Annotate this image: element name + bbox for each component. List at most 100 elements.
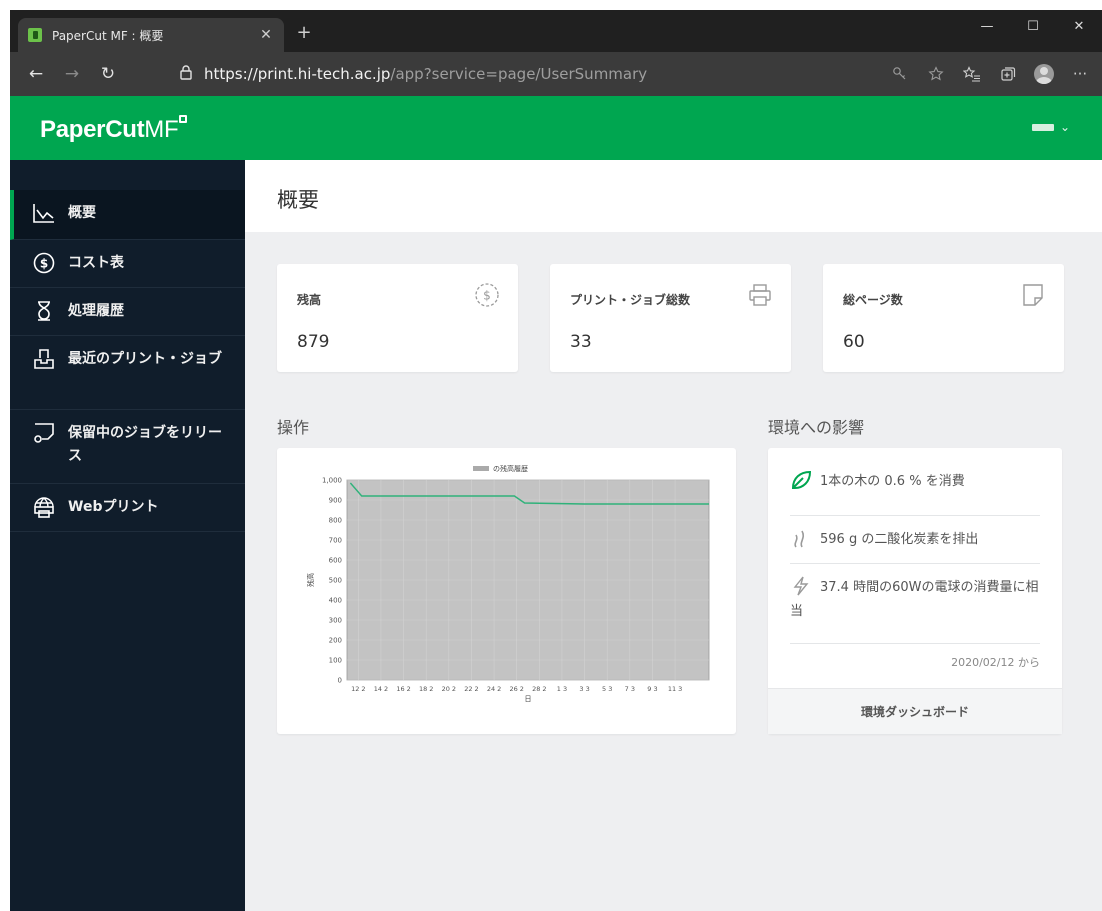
sidebar-item-history[interactable]: 処理履歴 — [10, 288, 245, 336]
app-header: PaperCutMF ⌄ — [10, 96, 1102, 160]
sidebar-item-web-print[interactable]: Webプリント — [10, 484, 245, 532]
env-tree-text: 1本の木の 0.6 % を消費 — [820, 474, 965, 489]
inbox-icon — [34, 349, 54, 369]
url-text[interactable]: https://print.hi-tech.ac.jp/app?service=… — [204, 65, 647, 83]
logo-bold-text: PaperCut — [40, 116, 145, 143]
print-jobs-card: プリント・ジョブ総数 33 — [550, 264, 791, 372]
leaf-icon — [791, 470, 812, 489]
globe-printer-icon — [34, 497, 54, 518]
total-pages-card: 総ページ数 60 — [823, 264, 1064, 372]
close-window-button[interactable]: ✕ — [1056, 10, 1102, 42]
browser-tab[interactable]: PaperCut MF : 概要 ✕ — [18, 18, 284, 52]
chart-x-tick-label: 11 3 — [668, 685, 682, 693]
papercut-logo[interactable]: PaperCutMF — [40, 115, 188, 144]
chart-x-tick-label: 26 2 — [509, 685, 523, 693]
hourglass-icon — [38, 301, 50, 321]
window-controls: — ☐ ✕ — [964, 10, 1102, 42]
chart-y-tick-label: 500 — [329, 577, 342, 585]
sidebar-item-release-jobs[interactable]: 保留中のジョブをリリース — [10, 410, 245, 484]
favorites-list-icon[interactable] — [954, 56, 990, 92]
env-bulb-row: 37.4 時間の60Wの電球の消費量に相当 — [790, 564, 1040, 644]
chart-x-tick-label: 3 3 — [579, 685, 589, 693]
favorite-star-icon[interactable] — [918, 56, 954, 92]
toolbar-actions: ··· — [882, 56, 1098, 92]
lock-icon[interactable] — [174, 64, 198, 84]
chart-y-axis-label: 残高 — [306, 573, 315, 587]
svg-text:$: $ — [40, 257, 48, 271]
sidebar-item-label: Webプリント — [68, 499, 159, 515]
tab-strip: PaperCut MF : 概要 ✕ + — ☐ ✕ — [10, 10, 1102, 52]
sidebar-item-cost-table[interactable]: $ コスト表 — [10, 240, 245, 288]
chart-x-tick-label: 7 3 — [625, 685, 635, 693]
env-since-date: 2020/02/12 から — [951, 656, 1040, 669]
chart-y-tick-label: 600 — [329, 557, 342, 565]
balance-value: 879 — [297, 332, 330, 352]
operations-heading: 操作 — [277, 418, 310, 437]
total-pages-value: 60 — [843, 332, 865, 352]
papercut-favicon-icon — [28, 28, 42, 42]
env-co2-text: 596 g の二酸化炭素を排出 — [820, 532, 979, 547]
balance-card: 残高 879 $ — [277, 264, 518, 372]
forward-button[interactable]: → — [54, 56, 90, 92]
environment-heading: 環境への影響 — [768, 418, 865, 437]
chart-y-tick-label: 900 — [329, 497, 342, 505]
new-tab-button[interactable]: + — [292, 22, 316, 46]
total-pages-label: 総ページ数 — [843, 293, 903, 307]
chart-icon — [33, 204, 54, 223]
user-name-redacted — [1031, 123, 1054, 131]
chart-y-tick-label: 300 — [329, 617, 342, 625]
sidebar-item-label: 最近のプリント・ジョブ — [68, 351, 222, 367]
environment-card: 1本の木の 0.6 % を消費 596 g の二酸化炭素を排出 37.4 時間の… — [768, 448, 1062, 734]
svg-text:$: $ — [483, 289, 491, 303]
refresh-button[interactable]: ↻ — [90, 56, 126, 92]
browser-window: PaperCut MF : 概要 ✕ + — ☐ ✕ ← → ↻ https:/… — [10, 10, 1102, 911]
key-icon[interactable] — [882, 56, 918, 92]
chart-legend-swatch — [473, 466, 489, 471]
chart-x-tick-label: 28 2 — [532, 685, 546, 693]
maximize-button[interactable]: ☐ — [1010, 10, 1056, 42]
chart-x-tick-label: 18 2 — [419, 685, 433, 693]
url-host: https://print.hi-tech.ac.jp — [204, 65, 391, 83]
chart-title: の残高履歴 — [493, 464, 528, 473]
chart-x-tick-label: 9 3 — [647, 685, 657, 693]
page-icon — [1023, 284, 1043, 306]
sidebar-item-label: 保留中のジョブをリリース — [68, 425, 222, 464]
profile-button[interactable] — [1026, 56, 1062, 92]
tab-title: PaperCut MF : 概要 — [52, 28, 164, 43]
user-menu[interactable]: ⌄ — [1031, 120, 1070, 134]
chart-x-tick-label: 16 2 — [396, 685, 410, 693]
chevron-down-icon: ⌄ — [1059, 120, 1070, 134]
chart-x-tick-label: 5 3 — [602, 685, 612, 693]
print-jobs-label: プリント・ジョブ総数 — [570, 293, 691, 307]
env-co2-row: 596 g の二酸化炭素を排出 — [790, 516, 1040, 564]
browser-toolbar: ← → ↻ https://print.hi-tech.ac.jp/app?se… — [10, 52, 1102, 96]
dollar-circle-icon: $ — [33, 252, 55, 274]
collections-icon[interactable] — [990, 56, 1026, 92]
sidebar-item-label: 処理履歴 — [68, 303, 124, 319]
chart-y-tick-label: 100 — [329, 657, 342, 665]
lightning-icon — [793, 576, 809, 596]
sidebar-item-recent-jobs[interactable]: 最近のプリント・ジョブ — [10, 336, 245, 410]
chart-x-tick-label: 1 3 — [557, 685, 567, 693]
address-bar[interactable]: https://print.hi-tech.ac.jp/app?service=… — [174, 58, 914, 90]
main-content: 概要 残高 879 $ プリント・ジョブ総数 33 総ページ数 60 操作 環境… — [245, 160, 1102, 911]
tab-close-icon[interactable]: ✕ — [258, 27, 274, 43]
chart-y-tick-label: 400 — [329, 597, 342, 605]
more-menu-button[interactable]: ··· — [1062, 56, 1098, 92]
back-button[interactable]: ← — [18, 56, 54, 92]
environment-dashboard-link[interactable]: 環境ダッシュボード — [768, 688, 1062, 734]
chart-x-tick-label: 12 2 — [351, 685, 365, 693]
page-title: 概要 — [277, 188, 319, 212]
papercut-app: PaperCutMF ⌄ 概要 $ コスト表 処理履歴 最近のプリント・ジョブ … — [10, 96, 1102, 911]
page-header: 概要 — [245, 160, 1102, 232]
printer-icon — [749, 284, 771, 306]
sidebar-item-summary[interactable]: 概要 — [10, 190, 245, 240]
logo-light-text: MF — [144, 116, 179, 143]
chart-x-tick-label: 22 2 — [464, 685, 478, 693]
minimize-button[interactable]: — — [964, 10, 1010, 42]
sidebar-item-label: 概要 — [68, 205, 96, 221]
chart-y-tick-label: 200 — [329, 637, 342, 645]
balance-history-card: の残高履歴 0 100 200 300 400 500 600 700 800 900 1,000 12… — [277, 448, 736, 734]
sidebar-item-label: コスト表 — [68, 255, 124, 271]
chart-x-tick-label: 20 2 — [442, 685, 456, 693]
